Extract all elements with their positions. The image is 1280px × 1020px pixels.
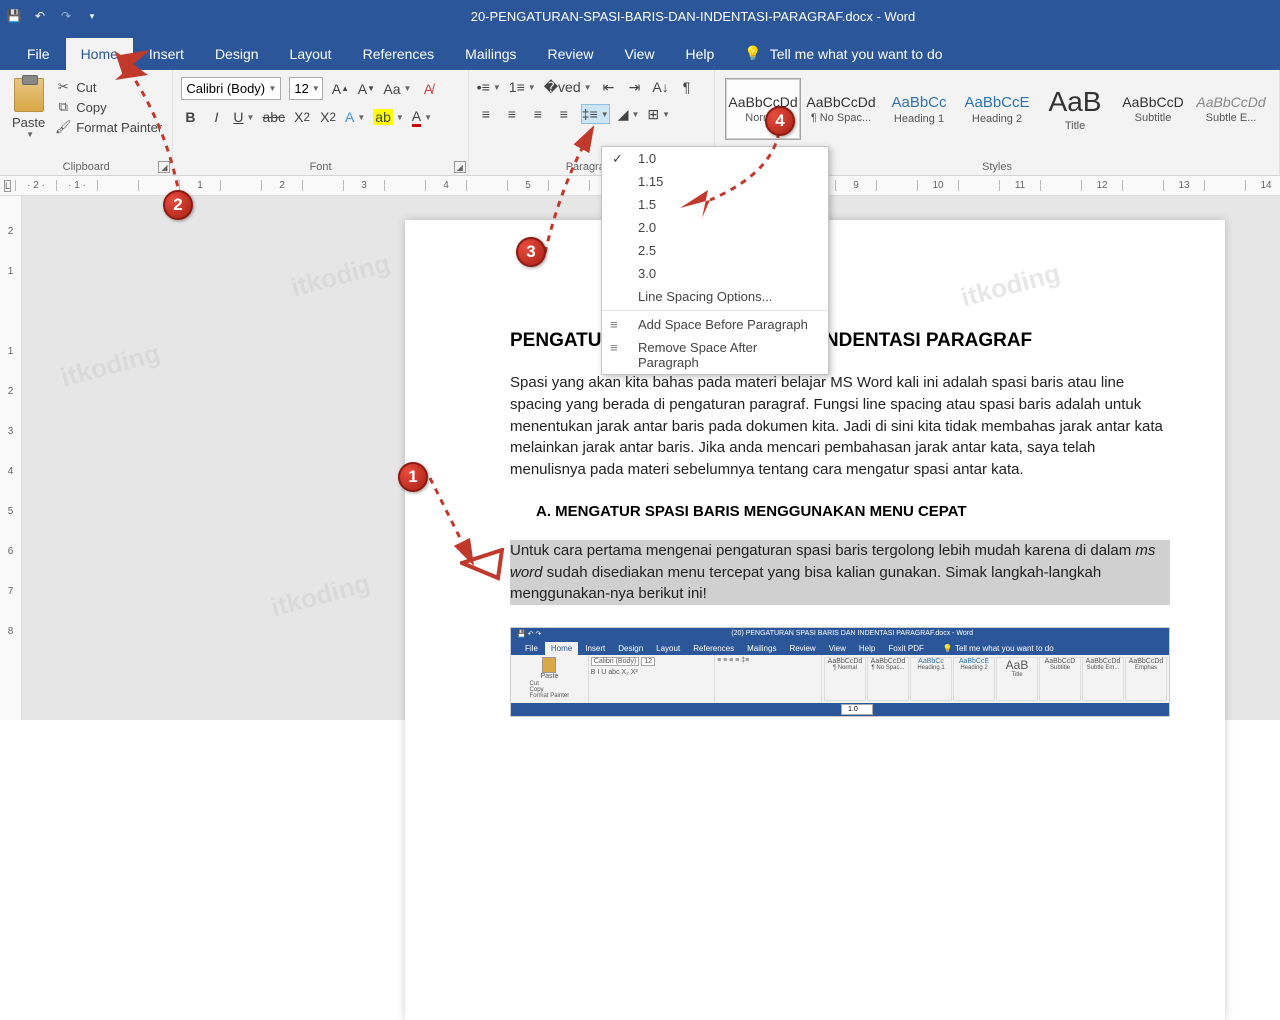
line-spacing-button[interactable]: ‡≡▼ (581, 104, 610, 124)
font-size-combo[interactable]: 12▼ (289, 77, 323, 100)
font-family-combo[interactable]: Calibri (Body)▼ (181, 77, 281, 100)
group-clipboard: Paste ▼ ✂Cut ⧉Copy 🖌Format Painter Clipb… (0, 70, 173, 175)
style-subtitle[interactable]: AaBbCcDSubtitle (1115, 78, 1191, 140)
scissors-icon: ✂ (55, 79, 71, 95)
remove-space-after[interactable]: ≡Remove Space After Paragraph (602, 336, 828, 374)
borders-button[interactable]: ⊞▼ (647, 104, 670, 124)
annotation-marker-3: 3 (516, 237, 546, 267)
line-spacing-menu: 1.0 1.15 1.5 2.0 2.5 3.0 Line Spacing Op… (601, 146, 829, 375)
font-launcher[interactable]: ◢ (454, 161, 466, 173)
annotation-marker-1: 1 (398, 462, 428, 492)
tab-file[interactable]: File (12, 38, 65, 70)
tab-layout[interactable]: Layout (275, 38, 347, 70)
window-title: 20-PENGATURAN-SPASI-BARIS-DAN-INDENTASI-… (106, 9, 1280, 24)
shrink-font-button[interactable]: A▼ (357, 79, 375, 99)
shading-button[interactable]: ◢▼ (618, 104, 640, 124)
doc-subheading: A. MENGATUR SPASI BARIS MENGGUNAKAN MENU… (536, 503, 1170, 520)
spacing-option-1.0[interactable]: 1.0 (602, 147, 828, 170)
brush-icon: 🖌 (55, 119, 71, 135)
annotation-marker-4: 4 (765, 106, 795, 136)
add-space-before[interactable]: ≡Add Space Before Paragraph (602, 313, 828, 336)
tab-mailings[interactable]: Mailings (450, 38, 531, 70)
increase-indent-button[interactable]: ⇥ (626, 77, 644, 97)
align-left-button[interactable]: ≡ (477, 104, 495, 124)
qat-customize-icon[interactable]: ▾ (84, 8, 100, 24)
doc-paragraph: Spasi yang akan kita bahas pada materi b… (510, 372, 1170, 481)
copy-icon: ⧉ (55, 99, 71, 115)
font-color-button[interactable]: A▼ (412, 107, 432, 127)
clear-format-button[interactable]: A̸ (419, 79, 437, 99)
change-case-button[interactable]: Aa▼ (383, 79, 411, 99)
decrease-indent-button[interactable]: ⇤ (600, 77, 618, 97)
spacing-option-3.0[interactable]: 3.0 (602, 262, 828, 285)
chevron-down-icon: ▼ (312, 84, 320, 93)
chevron-down-icon[interactable]: ▼ (26, 130, 34, 139)
underline-button[interactable]: U▼ (233, 107, 254, 127)
grow-font-button[interactable]: A▲ (331, 79, 349, 99)
tab-view[interactable]: View (609, 38, 669, 70)
ribbon-tabs: File Home Insert Design Layout Reference… (0, 32, 1280, 70)
chevron-down-icon: ▼ (268, 84, 276, 93)
doc-paragraph-selected: Untuk cara pertama mengenai pengaturan s… (510, 540, 1170, 605)
tab-review[interactable]: Review (533, 38, 609, 70)
quick-access-toolbar: 💾 ↶ ↷ ▾ (0, 8, 106, 24)
clipboard-launcher[interactable]: ◢ (158, 161, 170, 173)
tab-selector[interactable]: L (4, 180, 11, 192)
tell-me[interactable]: 💡 Tell me what you want to do (744, 45, 942, 70)
tab-design[interactable]: Design (200, 38, 274, 70)
paste-icon (14, 78, 44, 112)
justify-button[interactable]: ≡ (555, 104, 573, 124)
bullets-button[interactable]: •≡▼ (477, 77, 501, 97)
style-subtle[interactable]: AaBbCcDdSubtle E... (1193, 78, 1269, 140)
align-center-button[interactable]: ≡ (503, 104, 521, 124)
text-effects-button[interactable]: A▼ (345, 107, 365, 127)
undo-icon[interactable]: ↶ (32, 8, 48, 24)
spacing-options-more[interactable]: Line Spacing Options... (602, 285, 828, 308)
italic-button[interactable]: I (207, 107, 225, 127)
spacing-option-2.5[interactable]: 2.5 (602, 239, 828, 262)
multilevel-button[interactable]: �ved▼ (544, 77, 592, 97)
style-title[interactable]: AaBTitle (1037, 78, 1113, 140)
cut-button[interactable]: ✂Cut (53, 78, 164, 96)
bold-button[interactable]: B (181, 107, 199, 127)
embedded-screenshot: 💾 ↶ ↷(20) PENGATURAN SPASI BARIS DAN IND… (510, 627, 1170, 717)
annotation-marker-2: 2 (163, 190, 193, 220)
lightbulb-icon: 💡 (744, 45, 761, 62)
vertical-ruler[interactable]: 2112345678 (0, 196, 22, 720)
spacing-option-1.5[interactable]: 1.5 (602, 193, 828, 216)
align-right-button[interactable]: ≡ (529, 104, 547, 124)
style-heading1[interactable]: AaBbCcHeading 1 (881, 78, 957, 140)
superscript-button[interactable]: X2 (319, 107, 337, 127)
tab-home[interactable]: Home (66, 38, 133, 70)
spacing-option-2.0[interactable]: 2.0 (602, 216, 828, 239)
numbering-button[interactable]: 1≡▼ (509, 77, 536, 97)
format-painter-button[interactable]: 🖌Format Painter (53, 118, 164, 136)
space-after-icon: ≡ (610, 340, 626, 355)
show-marks-button[interactable]: ¶ (678, 77, 696, 97)
tab-insert[interactable]: Insert (134, 38, 199, 70)
spacing-option-1.15[interactable]: 1.15 (602, 170, 828, 193)
highlight-button[interactable]: ab▼ (373, 107, 404, 127)
style-no-spacing[interactable]: AaBbCcDd¶ No Spac... (803, 78, 879, 140)
copy-button[interactable]: ⧉Copy (53, 98, 164, 116)
save-icon[interactable]: 💾 (6, 8, 22, 24)
strike-button[interactable]: abc (262, 107, 285, 127)
title-bar: 💾 ↶ ↷ ▾ 20-PENGATURAN-SPASI-BARIS-DAN-IN… (0, 0, 1280, 32)
tab-help[interactable]: Help (671, 38, 730, 70)
paste-button[interactable]: Paste ▼ (6, 74, 51, 143)
sort-button[interactable]: A↓ (652, 77, 670, 97)
group-font: Calibri (Body)▼ 12▼ A▲ A▼ Aa▼ A̸ B I U▼ … (173, 70, 468, 175)
redo-icon[interactable]: ↷ (58, 8, 74, 24)
subscript-button[interactable]: X2 (293, 107, 311, 127)
style-heading2[interactable]: AaBbCcEHeading 2 (959, 78, 1035, 140)
space-before-icon: ≡ (610, 317, 626, 332)
tab-references[interactable]: References (348, 38, 450, 70)
